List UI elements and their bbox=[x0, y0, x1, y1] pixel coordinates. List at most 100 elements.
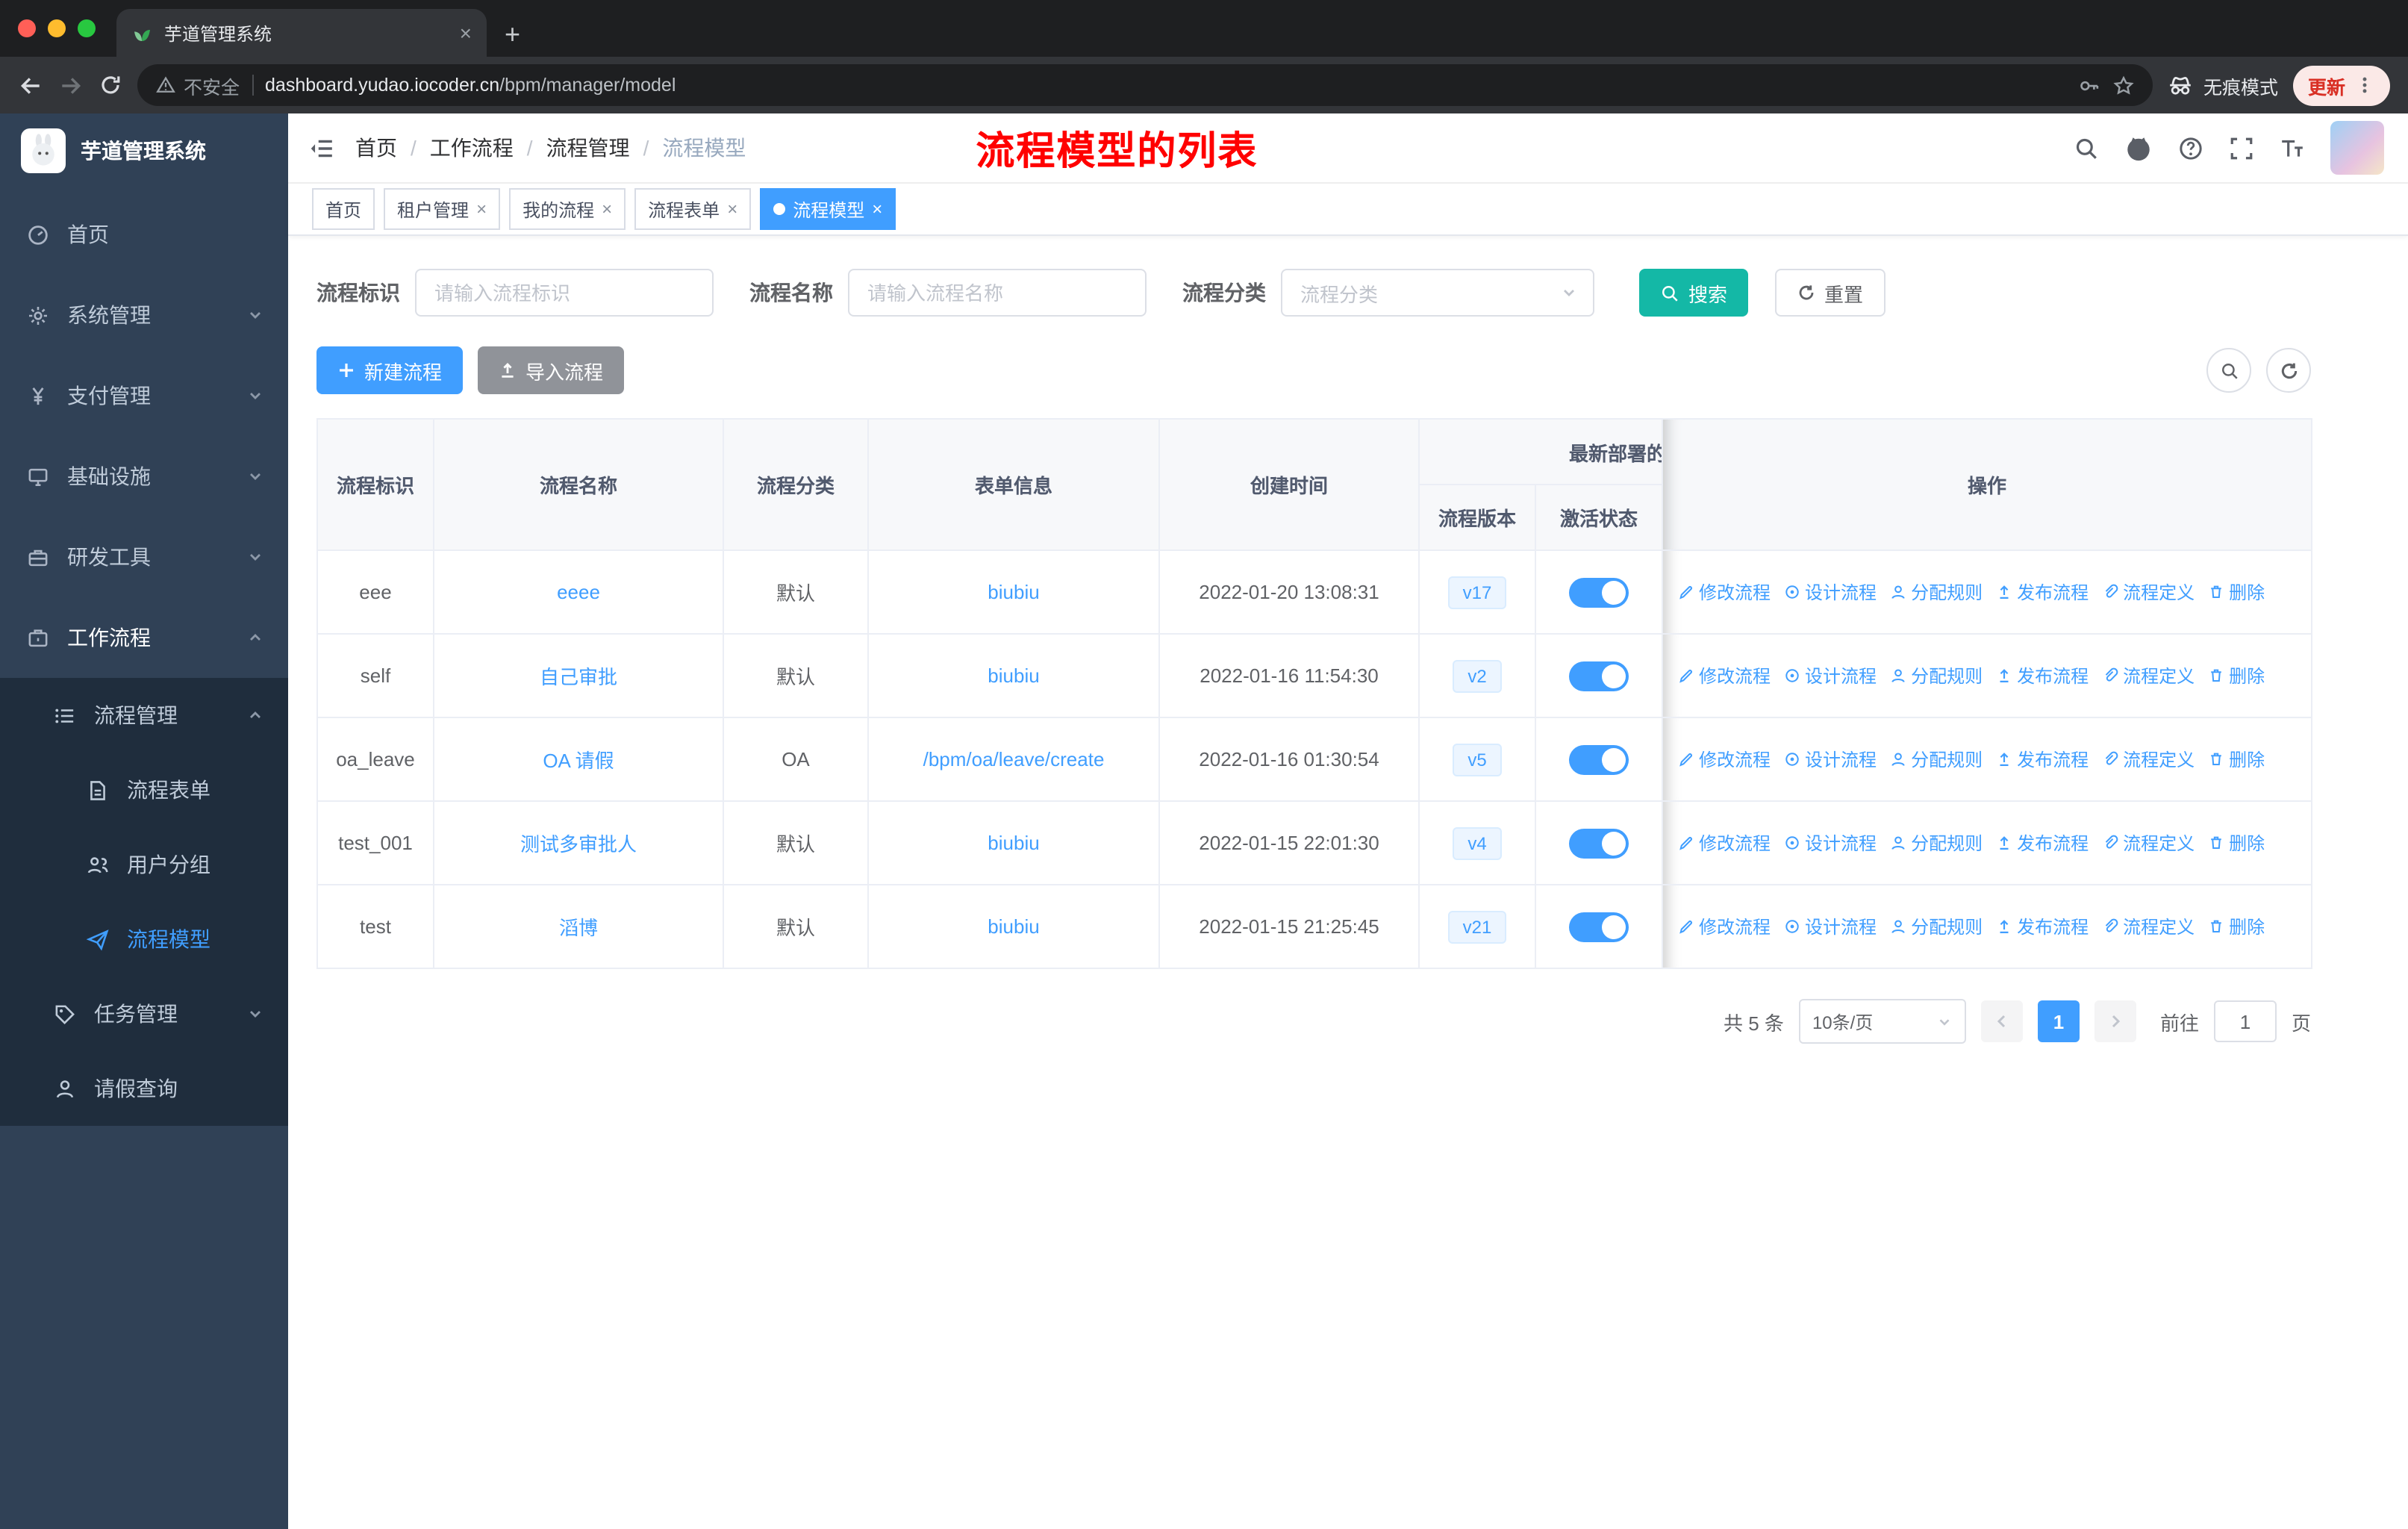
action-design-link[interactable]: 设计流程 bbox=[1784, 747, 1877, 772]
tag-my-process[interactable]: 我的流程 × bbox=[509, 188, 626, 230]
action-delete-link[interactable]: 删除 bbox=[2208, 747, 2265, 772]
search-icon[interactable] bbox=[2074, 135, 2099, 161]
search-button[interactable]: 搜索 bbox=[1639, 269, 1749, 317]
next-page-button[interactable] bbox=[2094, 1000, 2136, 1042]
action-design-link[interactable]: 设计流程 bbox=[1784, 830, 1877, 856]
version-badge[interactable]: v5 bbox=[1453, 743, 1502, 776]
close-window-button[interactable] bbox=[18, 19, 36, 37]
action-edit-link[interactable]: 修改流程 bbox=[1678, 579, 1771, 605]
password-key-icon[interactable] bbox=[2078, 74, 2100, 96]
page-size-select[interactable]: 10条/页 bbox=[1798, 999, 1966, 1044]
version-badge[interactable]: v17 bbox=[1447, 576, 1507, 608]
form-link[interactable]: biubiu bbox=[988, 915, 1039, 938]
sidebar-item-payment[interactable]: 支付管理 bbox=[0, 355, 288, 436]
import-process-button[interactable]: 导入流程 bbox=[478, 346, 625, 394]
sidebar-item-leave-query[interactable]: 请假查询 bbox=[0, 1051, 288, 1126]
breadcrumb-workflow[interactable]: 工作流程 bbox=[430, 133, 514, 163]
sidebar-item-process-model[interactable]: 流程模型 bbox=[0, 902, 288, 977]
category-select[interactable]: 流程分类 bbox=[1281, 269, 1594, 317]
action-definition-link[interactable]: 流程定义 bbox=[2102, 747, 2195, 772]
model-name-link[interactable]: 滔博 bbox=[559, 917, 598, 939]
sidebar-item-system[interactable]: 系统管理 bbox=[0, 275, 288, 355]
action-definition-link[interactable]: 流程定义 bbox=[2102, 663, 2195, 688]
tab-close-icon[interactable]: × bbox=[460, 21, 472, 45]
action-delete-link[interactable]: 删除 bbox=[2208, 830, 2265, 856]
close-icon[interactable]: × bbox=[602, 199, 612, 219]
back-icon[interactable] bbox=[18, 72, 43, 98]
sidebar-item-devtools[interactable]: 研发工具 bbox=[0, 517, 288, 597]
sidebar-item-task-manage[interactable]: 任务管理 bbox=[0, 977, 288, 1051]
sidebar-fold-icon[interactable] bbox=[309, 135, 334, 161]
goto-page-input[interactable] bbox=[2213, 1000, 2277, 1042]
sidebar-item-workflow[interactable]: 工作流程 bbox=[0, 597, 288, 678]
security-chip[interactable]: 不安全 bbox=[155, 71, 240, 99]
form-link[interactable]: /bpm/oa/leave/create bbox=[923, 748, 1105, 770]
tag-tenant[interactable]: 租户管理 × bbox=[384, 188, 501, 230]
action-publish-link[interactable]: 发布流程 bbox=[1996, 579, 2089, 605]
action-edit-link[interactable]: 修改流程 bbox=[1678, 830, 1771, 856]
prev-page-button[interactable] bbox=[1980, 1000, 2023, 1042]
tag-process-model[interactable]: 流程模型 × bbox=[760, 188, 896, 230]
action-delete-link[interactable]: 删除 bbox=[2208, 579, 2265, 605]
fullscreen-icon[interactable] bbox=[2229, 135, 2254, 161]
reload-icon[interactable] bbox=[99, 73, 122, 97]
action-assign-link[interactable]: 分配规则 bbox=[1890, 830, 1983, 856]
font-size-icon[interactable] bbox=[2280, 135, 2305, 161]
action-publish-link[interactable]: 发布流程 bbox=[1996, 663, 2089, 688]
sidebar-item-process-manage[interactable]: 流程管理 bbox=[0, 678, 288, 753]
address-bar[interactable]: 不安全 dashboard.yudao.iocoder.cn/bpm/manag… bbox=[137, 64, 2153, 106]
tag-home[interactable]: 首页 bbox=[312, 188, 375, 230]
action-publish-link[interactable]: 发布流程 bbox=[1996, 747, 2089, 772]
action-design-link[interactable]: 设计流程 bbox=[1784, 579, 1877, 605]
browser-tab[interactable]: 芋道管理系统 × bbox=[116, 9, 487, 57]
model-name-link[interactable]: eeee bbox=[557, 581, 600, 603]
sidebar-item-infrastructure[interactable]: 基础设施 bbox=[0, 436, 288, 517]
version-badge[interactable]: v4 bbox=[1453, 826, 1502, 859]
action-definition-link[interactable]: 流程定义 bbox=[2102, 914, 2195, 939]
version-badge[interactable]: v2 bbox=[1453, 659, 1502, 692]
status-toggle[interactable] bbox=[1569, 661, 1629, 691]
action-edit-link[interactable]: 修改流程 bbox=[1678, 914, 1771, 939]
action-publish-link[interactable]: 发布流程 bbox=[1996, 830, 2089, 856]
close-icon[interactable]: × bbox=[727, 199, 737, 219]
bookmark-star-icon[interactable] bbox=[2112, 74, 2135, 96]
process-key-input[interactable] bbox=[415, 269, 714, 317]
sidebar-item-process-form[interactable]: 流程表单 bbox=[0, 753, 288, 827]
action-design-link[interactable]: 设计流程 bbox=[1784, 663, 1877, 688]
status-toggle[interactable] bbox=[1569, 912, 1629, 941]
zoom-window-button[interactable] bbox=[78, 19, 96, 37]
action-delete-link[interactable]: 删除 bbox=[2208, 663, 2265, 688]
action-assign-link[interactable]: 分配规则 bbox=[1890, 663, 1983, 688]
form-link[interactable]: biubiu bbox=[988, 664, 1039, 687]
toggle-search-button[interactable] bbox=[2206, 348, 2251, 393]
form-link[interactable]: biubiu bbox=[988, 832, 1039, 854]
action-publish-link[interactable]: 发布流程 bbox=[1996, 914, 2089, 939]
action-edit-link[interactable]: 修改流程 bbox=[1678, 663, 1771, 688]
model-name-link[interactable]: OA 请假 bbox=[543, 750, 614, 772]
github-icon[interactable] bbox=[2124, 134, 2153, 162]
model-name-link[interactable]: 自己审批 bbox=[540, 666, 617, 688]
action-assign-link[interactable]: 分配规则 bbox=[1890, 914, 1983, 939]
form-link[interactable]: biubiu bbox=[988, 581, 1039, 603]
close-icon[interactable]: × bbox=[476, 199, 487, 219]
chrome-update-button[interactable]: 更新 bbox=[2292, 65, 2390, 105]
action-assign-link[interactable]: 分配规则 bbox=[1890, 747, 1983, 772]
sidebar-item-home[interactable]: 首页 bbox=[0, 194, 288, 275]
action-design-link[interactable]: 设计流程 bbox=[1784, 914, 1877, 939]
process-name-input[interactable] bbox=[848, 269, 1147, 317]
action-assign-link[interactable]: 分配规则 bbox=[1890, 579, 1983, 605]
create-process-button[interactable]: 新建流程 bbox=[316, 346, 464, 394]
action-edit-link[interactable]: 修改流程 bbox=[1678, 747, 1771, 772]
new-tab-button[interactable]: + bbox=[505, 19, 520, 51]
refresh-table-button[interactable] bbox=[2266, 348, 2311, 393]
version-badge[interactable]: v21 bbox=[1447, 910, 1507, 943]
user-avatar[interactable] bbox=[2330, 121, 2384, 175]
breadcrumb-home[interactable]: 首页 bbox=[355, 133, 397, 163]
tag-process-form[interactable]: 流程表单 × bbox=[634, 188, 752, 230]
model-name-link[interactable]: 测试多审批人 bbox=[520, 833, 637, 856]
minimize-window-button[interactable] bbox=[48, 19, 66, 37]
app-logo[interactable]: 芋道管理系统 bbox=[0, 113, 288, 188]
status-toggle[interactable] bbox=[1569, 577, 1629, 607]
breadcrumb-process-manage[interactable]: 流程管理 bbox=[546, 133, 630, 163]
action-definition-link[interactable]: 流程定义 bbox=[2102, 579, 2195, 605]
